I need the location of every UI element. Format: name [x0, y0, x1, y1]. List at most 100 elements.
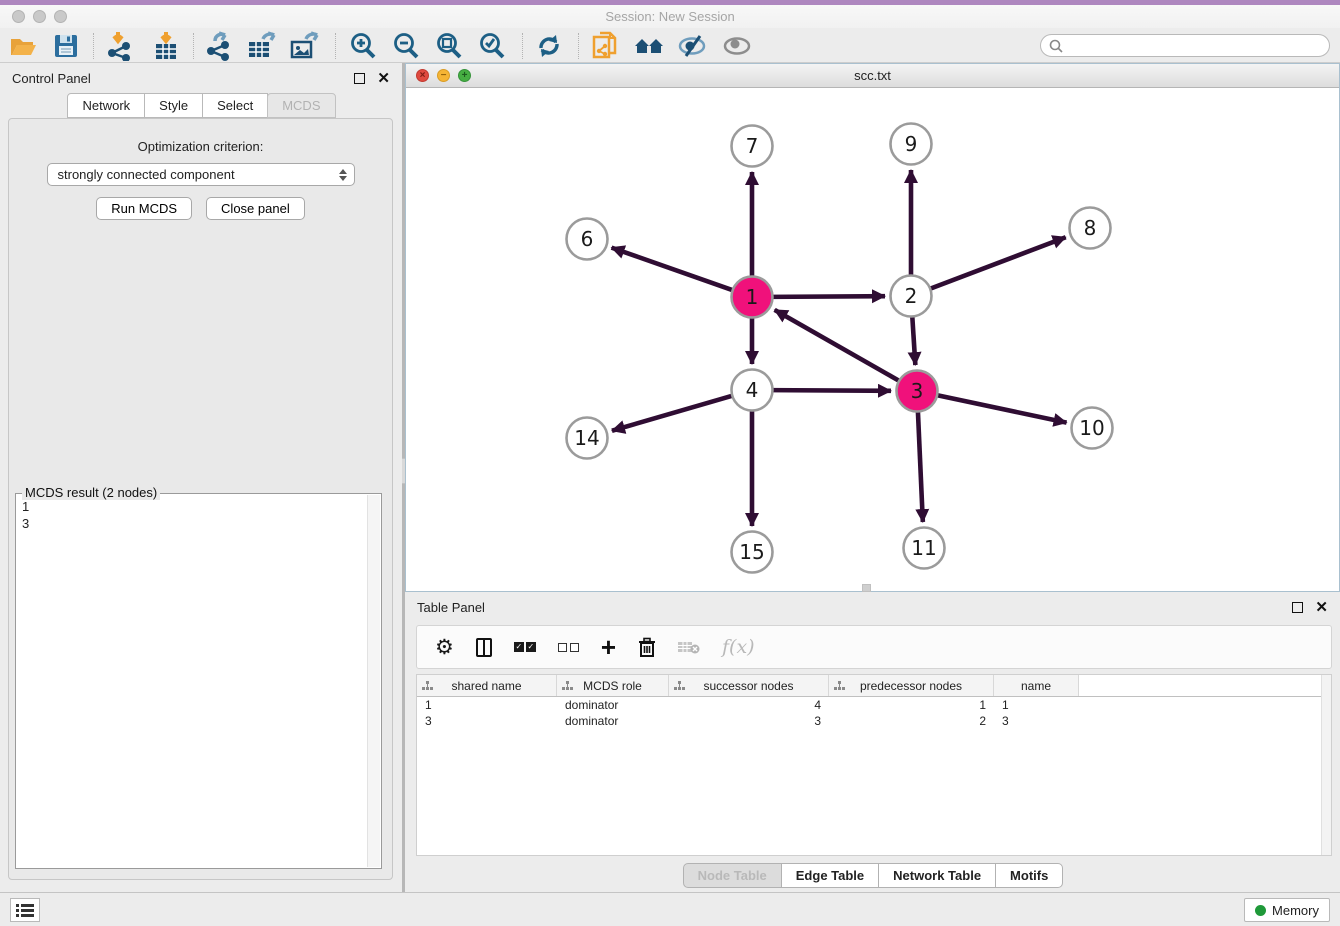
tab-edge-table[interactable]: Edge Table: [781, 863, 879, 888]
node-table-body: 1dominator4113dominator323: [417, 697, 1331, 729]
column-header-successor-nodes[interactable]: successor nodes: [669, 675, 829, 696]
table-cell[interactable]: 1: [829, 698, 994, 712]
tab-network-table[interactable]: Network Table: [878, 863, 996, 888]
export-table-icon[interactable]: [247, 31, 277, 61]
import-network-icon[interactable]: [105, 31, 135, 61]
search-field[interactable]: [1040, 34, 1330, 57]
import-table-icon[interactable]: [151, 31, 181, 61]
table-cell[interactable]: 4: [669, 698, 829, 712]
sort-hierarchy-icon: [422, 681, 433, 691]
delete-table-icon: [678, 640, 700, 654]
edge-3-10[interactable]: [936, 395, 1067, 423]
tab-node-table[interactable]: Node Table: [683, 863, 782, 888]
task-history-button[interactable]: [10, 898, 40, 922]
sort-hierarchy-icon: [674, 681, 685, 691]
export-image-icon[interactable]: [290, 31, 320, 61]
search-icon: [1049, 39, 1063, 53]
mcds-result-scrollbar[interactable]: [367, 495, 380, 867]
export-network-icon[interactable]: [204, 31, 234, 61]
hide-graphics-icon[interactable]: [677, 31, 707, 61]
zoom-out-icon[interactable]: [391, 31, 421, 61]
edge-4-14[interactable]: [612, 395, 734, 430]
table-cell[interactable]: 1: [417, 698, 557, 712]
graph-node-label: 14: [574, 426, 599, 450]
tab-motifs[interactable]: Motifs: [995, 863, 1063, 888]
open-session-icon[interactable]: [8, 31, 38, 61]
refresh-icon[interactable]: [534, 31, 564, 61]
table-cell[interactable]: dominator: [557, 714, 669, 728]
column-header-MCDS-role[interactable]: MCDS role: [557, 675, 669, 696]
table-cell[interactable]: 1: [994, 698, 1079, 712]
graph-node-label: 10: [1079, 416, 1104, 440]
close-panel-button[interactable]: Close panel: [206, 197, 305, 220]
edge-2-3[interactable]: [912, 315, 915, 365]
column-header-shared-name[interactable]: shared name: [417, 675, 557, 696]
table-cell[interactable]: dominator: [557, 698, 669, 712]
deselect-all-columns-icon[interactable]: [558, 643, 579, 652]
float-panel-icon[interactable]: [354, 73, 365, 84]
column-header-name[interactable]: name: [994, 675, 1079, 696]
main-toolbar: [0, 28, 1340, 63]
optimization-criterion-dropdown[interactable]: strongly connected component: [47, 163, 355, 186]
table-scrollbar[interactable]: [1321, 675, 1331, 855]
edge-3-11[interactable]: [918, 410, 923, 522]
graph-node-label: 7: [746, 134, 759, 158]
table-toolbar: ⚙ ✓✓ + f(x): [416, 625, 1332, 669]
show-graphics-icon[interactable]: [722, 31, 752, 61]
table-close-panel-icon[interactable]: ✕: [1315, 600, 1328, 615]
edge-1-2[interactable]: [771, 296, 885, 297]
graph-node-label: 15: [739, 540, 764, 564]
network-close-button[interactable]: ×: [416, 69, 429, 82]
node-table-header-row: shared nameMCDS role successor nodes prede…: [417, 675, 1331, 697]
table-cell[interactable]: 3: [669, 714, 829, 728]
tab-network[interactable]: Network: [67, 93, 145, 118]
search-input[interactable]: [1068, 38, 1329, 53]
graph-node-label: 9: [905, 132, 918, 156]
delete-column-icon[interactable]: [638, 637, 656, 658]
table-float-panel-icon[interactable]: [1292, 602, 1303, 613]
show-column-icon[interactable]: [476, 638, 492, 657]
home-layout-icon[interactable]: [634, 31, 664, 61]
column-header-predecessor-nodes[interactable]: predecessor nodes: [829, 675, 994, 696]
table-cell[interactable]: 3: [417, 714, 557, 728]
edge-2-8[interactable]: [929, 237, 1066, 289]
save-session-icon[interactable]: [51, 31, 81, 61]
mcds-panel-body: Optimization criterion: strongly connect…: [8, 118, 393, 880]
column-label: successor nodes: [703, 679, 793, 693]
tab-mcds[interactable]: MCDS: [267, 93, 335, 118]
toolbar-separator: [93, 33, 94, 59]
table-cell[interactable]: 2: [829, 714, 994, 728]
horizontal-splitter-grip[interactable]: [862, 584, 871, 592]
edge-1-6[interactable]: [612, 248, 735, 291]
memory-button[interactable]: Memory: [1244, 898, 1330, 922]
edge-4-3[interactable]: [771, 390, 891, 391]
table-row[interactable]: 3dominator323: [417, 713, 1331, 729]
zoom-selected-icon[interactable]: [477, 31, 507, 61]
memory-status-icon: [1255, 905, 1266, 916]
table-settings-icon[interactable]: ⚙: [435, 635, 454, 660]
network-canvas[interactable]: 7968124314101511: [406, 88, 1339, 591]
table-row[interactable]: 1dominator411: [417, 697, 1331, 713]
run-mcds-button[interactable]: Run MCDS: [96, 197, 192, 220]
zoom-in-icon[interactable]: [348, 31, 378, 61]
close-panel-icon[interactable]: ✕: [377, 71, 390, 86]
network-window-titlebar[interactable]: × − + scc.txt: [406, 64, 1339, 88]
select-all-columns-icon[interactable]: ✓✓: [514, 642, 536, 652]
table-cell[interactable]: 3: [994, 714, 1079, 728]
zoom-fit-icon[interactable]: [434, 31, 464, 61]
graph-node-label: 6: [581, 227, 594, 251]
tab-select[interactable]: Select: [202, 93, 268, 118]
network-canvas-svg: 7968124314101511: [406, 88, 1339, 591]
toolbar-separator: [522, 33, 523, 59]
tab-style[interactable]: Style: [144, 93, 203, 118]
control-panel: Control Panel ✕ NetworkStyleSelectMCDS O…: [0, 63, 402, 892]
network-maximize-button[interactable]: +: [458, 69, 471, 82]
network-minimize-button[interactable]: −: [437, 69, 450, 82]
copy-network-icon[interactable]: [590, 31, 620, 61]
node-table[interactable]: shared nameMCDS role successor nodes prede…: [416, 674, 1332, 856]
mcds-result-text[interactable]: 1 3: [22, 498, 365, 864]
add-column-icon[interactable]: +: [601, 637, 616, 657]
edge-3-1[interactable]: [775, 310, 901, 382]
toolbar-separator: [193, 33, 194, 59]
table-panel-header: Table Panel ✕: [405, 592, 1340, 622]
